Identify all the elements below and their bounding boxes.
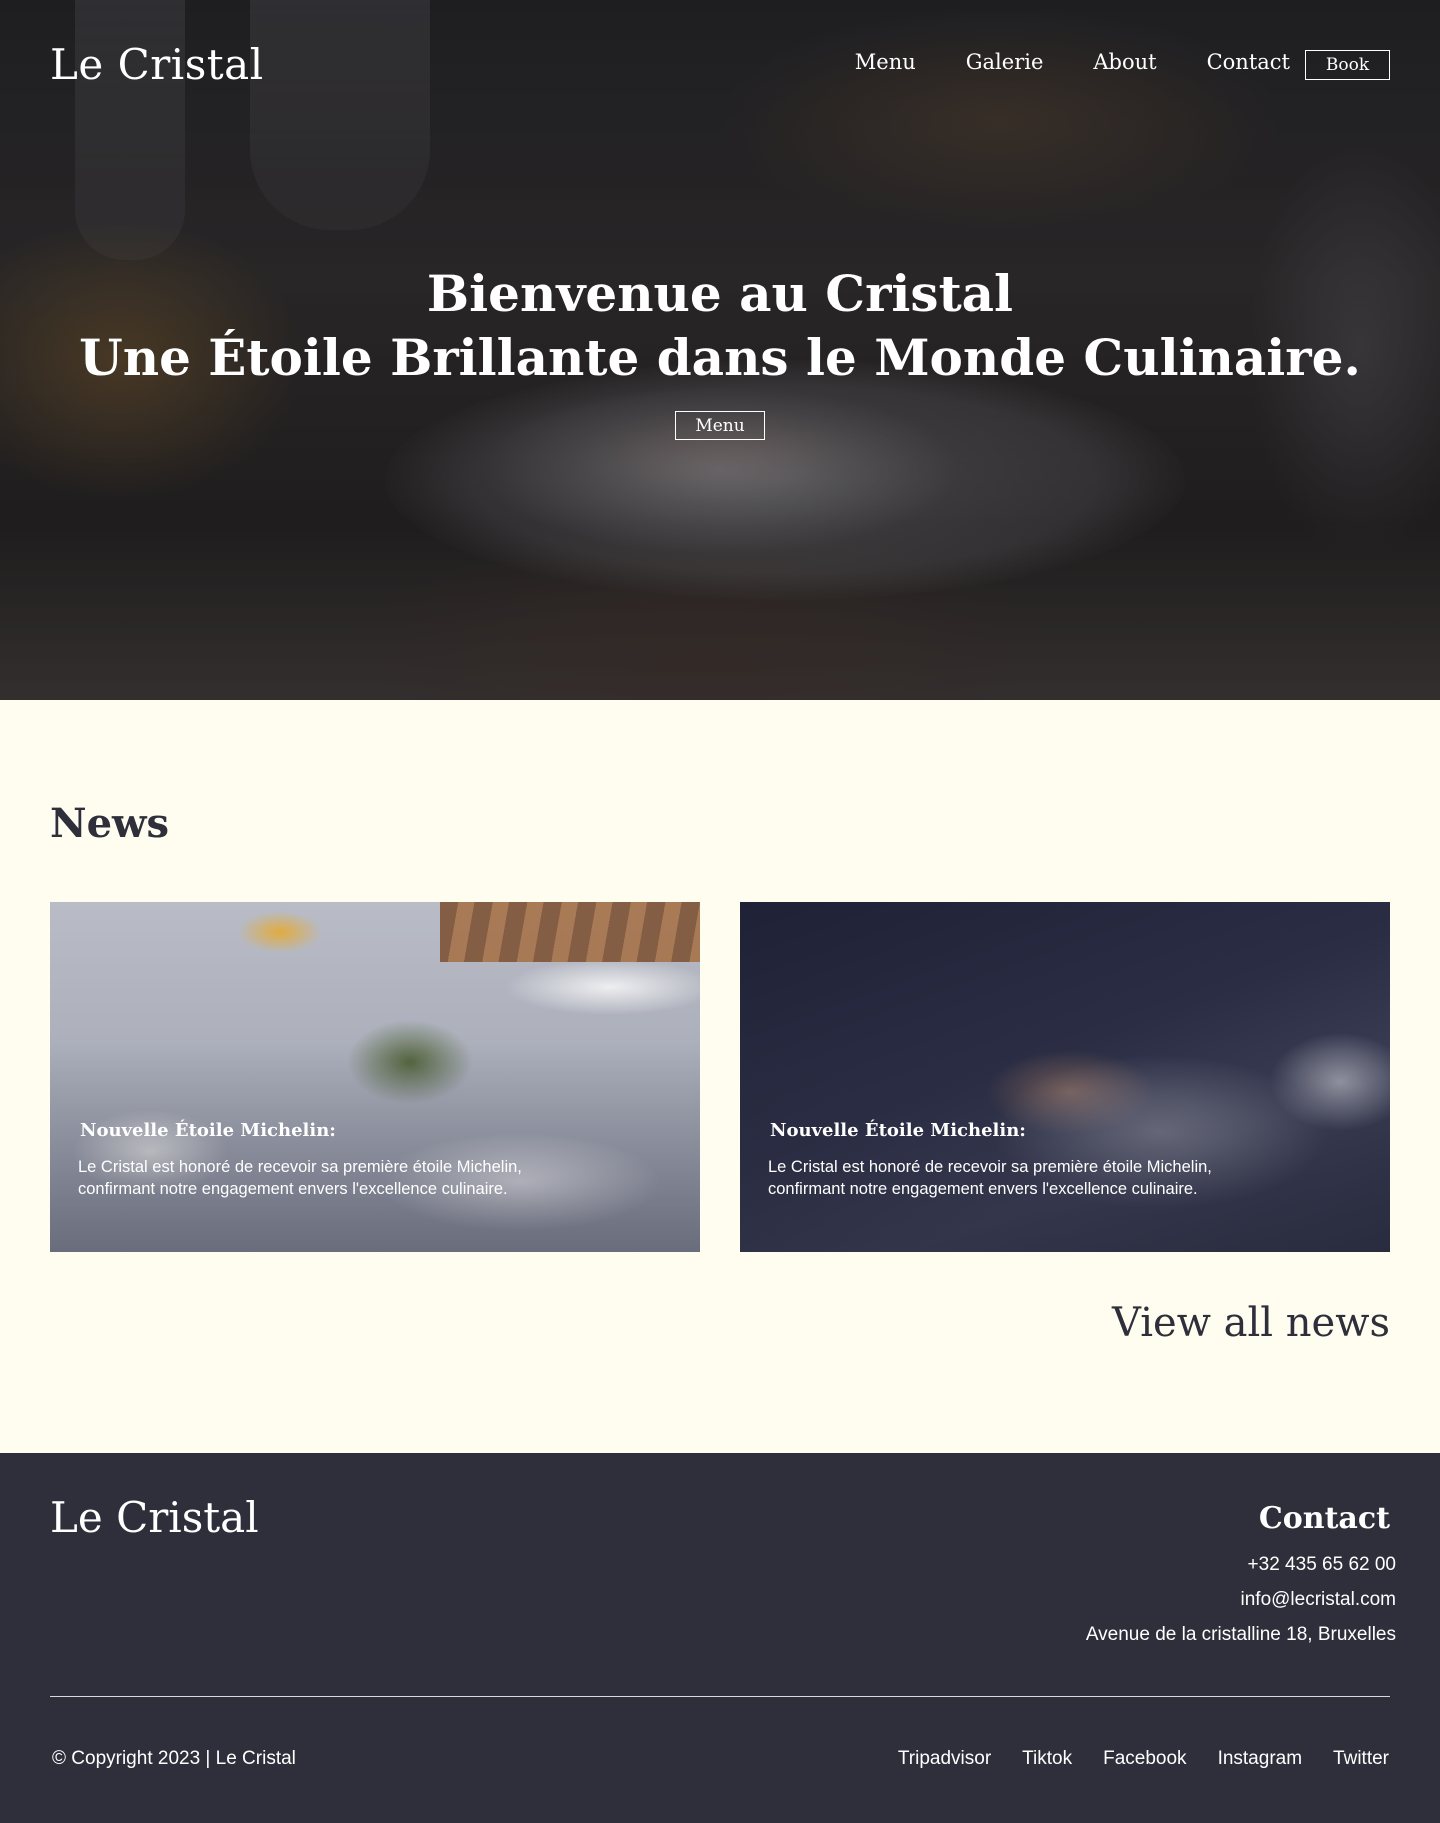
contact-phone[interactable]: +32 435 65 62 00 [1248, 1554, 1396, 1576]
view-all-news-link[interactable]: View all news [1112, 1300, 1390, 1346]
nav-links: Menu Galerie About Contact [855, 50, 1290, 74]
copyright: © Copyright 2023 | Le Cristal [52, 1748, 296, 1769]
hero-menu-button[interactable]: Menu [675, 411, 765, 440]
news-card-title: Nouvelle Étoile Michelin: [80, 1120, 336, 1141]
top-nav: Le Cristal Menu Galerie About Contact Bo… [0, 0, 1440, 130]
footer-divider [50, 1696, 1390, 1697]
hero-title: Bienvenue au Cristal Une Étoile Brillant… [0, 262, 1440, 390]
hero-title-line-2: Une Étoile Brillante dans le Monde Culin… [79, 328, 1361, 387]
news-card-text: Le Cristal est honoré de recevoir sa pre… [768, 1158, 1212, 1198]
social-link-instagram[interactable]: Instagram [1218, 1748, 1302, 1770]
nav-link-galerie[interactable]: Galerie [966, 50, 1044, 74]
nav-link-contact[interactable]: Contact [1207, 50, 1290, 74]
nav-link-about[interactable]: About [1093, 50, 1156, 74]
social-link-twitter[interactable]: Twitter [1333, 1748, 1389, 1770]
nav-link-menu[interactable]: Menu [855, 50, 916, 74]
hero-title-line-1: Bienvenue au Cristal [426, 264, 1014, 323]
site-logo[interactable]: Le Cristal [50, 40, 264, 89]
news-card[interactable]: Nouvelle Étoile Michelin: Le Cristal est… [740, 902, 1390, 1252]
contact-heading: Contact [1258, 1501, 1390, 1536]
contact-address: Avenue de la cristalline 18, Bruxelles [1085, 1624, 1396, 1645]
social-link-tiktok[interactable]: Tiktok [1022, 1748, 1072, 1770]
contact-email[interactable]: info@lecristal.com [1241, 1589, 1397, 1611]
book-button[interactable]: Book [1305, 50, 1390, 80]
news-card-text: Le Cristal est honoré de recevoir sa pre… [78, 1158, 522, 1198]
news-card[interactable]: Nouvelle Étoile Michelin: Le Cristal est… [50, 902, 700, 1252]
hero-image-plate [385, 360, 1185, 600]
social-link-facebook[interactable]: Facebook [1103, 1748, 1186, 1770]
footer: Le Cristal Contact +32 435 65 62 00 info… [0, 1453, 1440, 1823]
news-card-title: Nouvelle Étoile Michelin: [770, 1120, 1026, 1141]
social-link-tripadvisor[interactable]: Tripadvisor [898, 1748, 991, 1770]
news-heading: News [50, 800, 169, 847]
social-links: Tripadvisor Tiktok Facebook Instagram Tw… [898, 1748, 1389, 1770]
footer-logo[interactable]: Le Cristal [50, 1493, 259, 1542]
